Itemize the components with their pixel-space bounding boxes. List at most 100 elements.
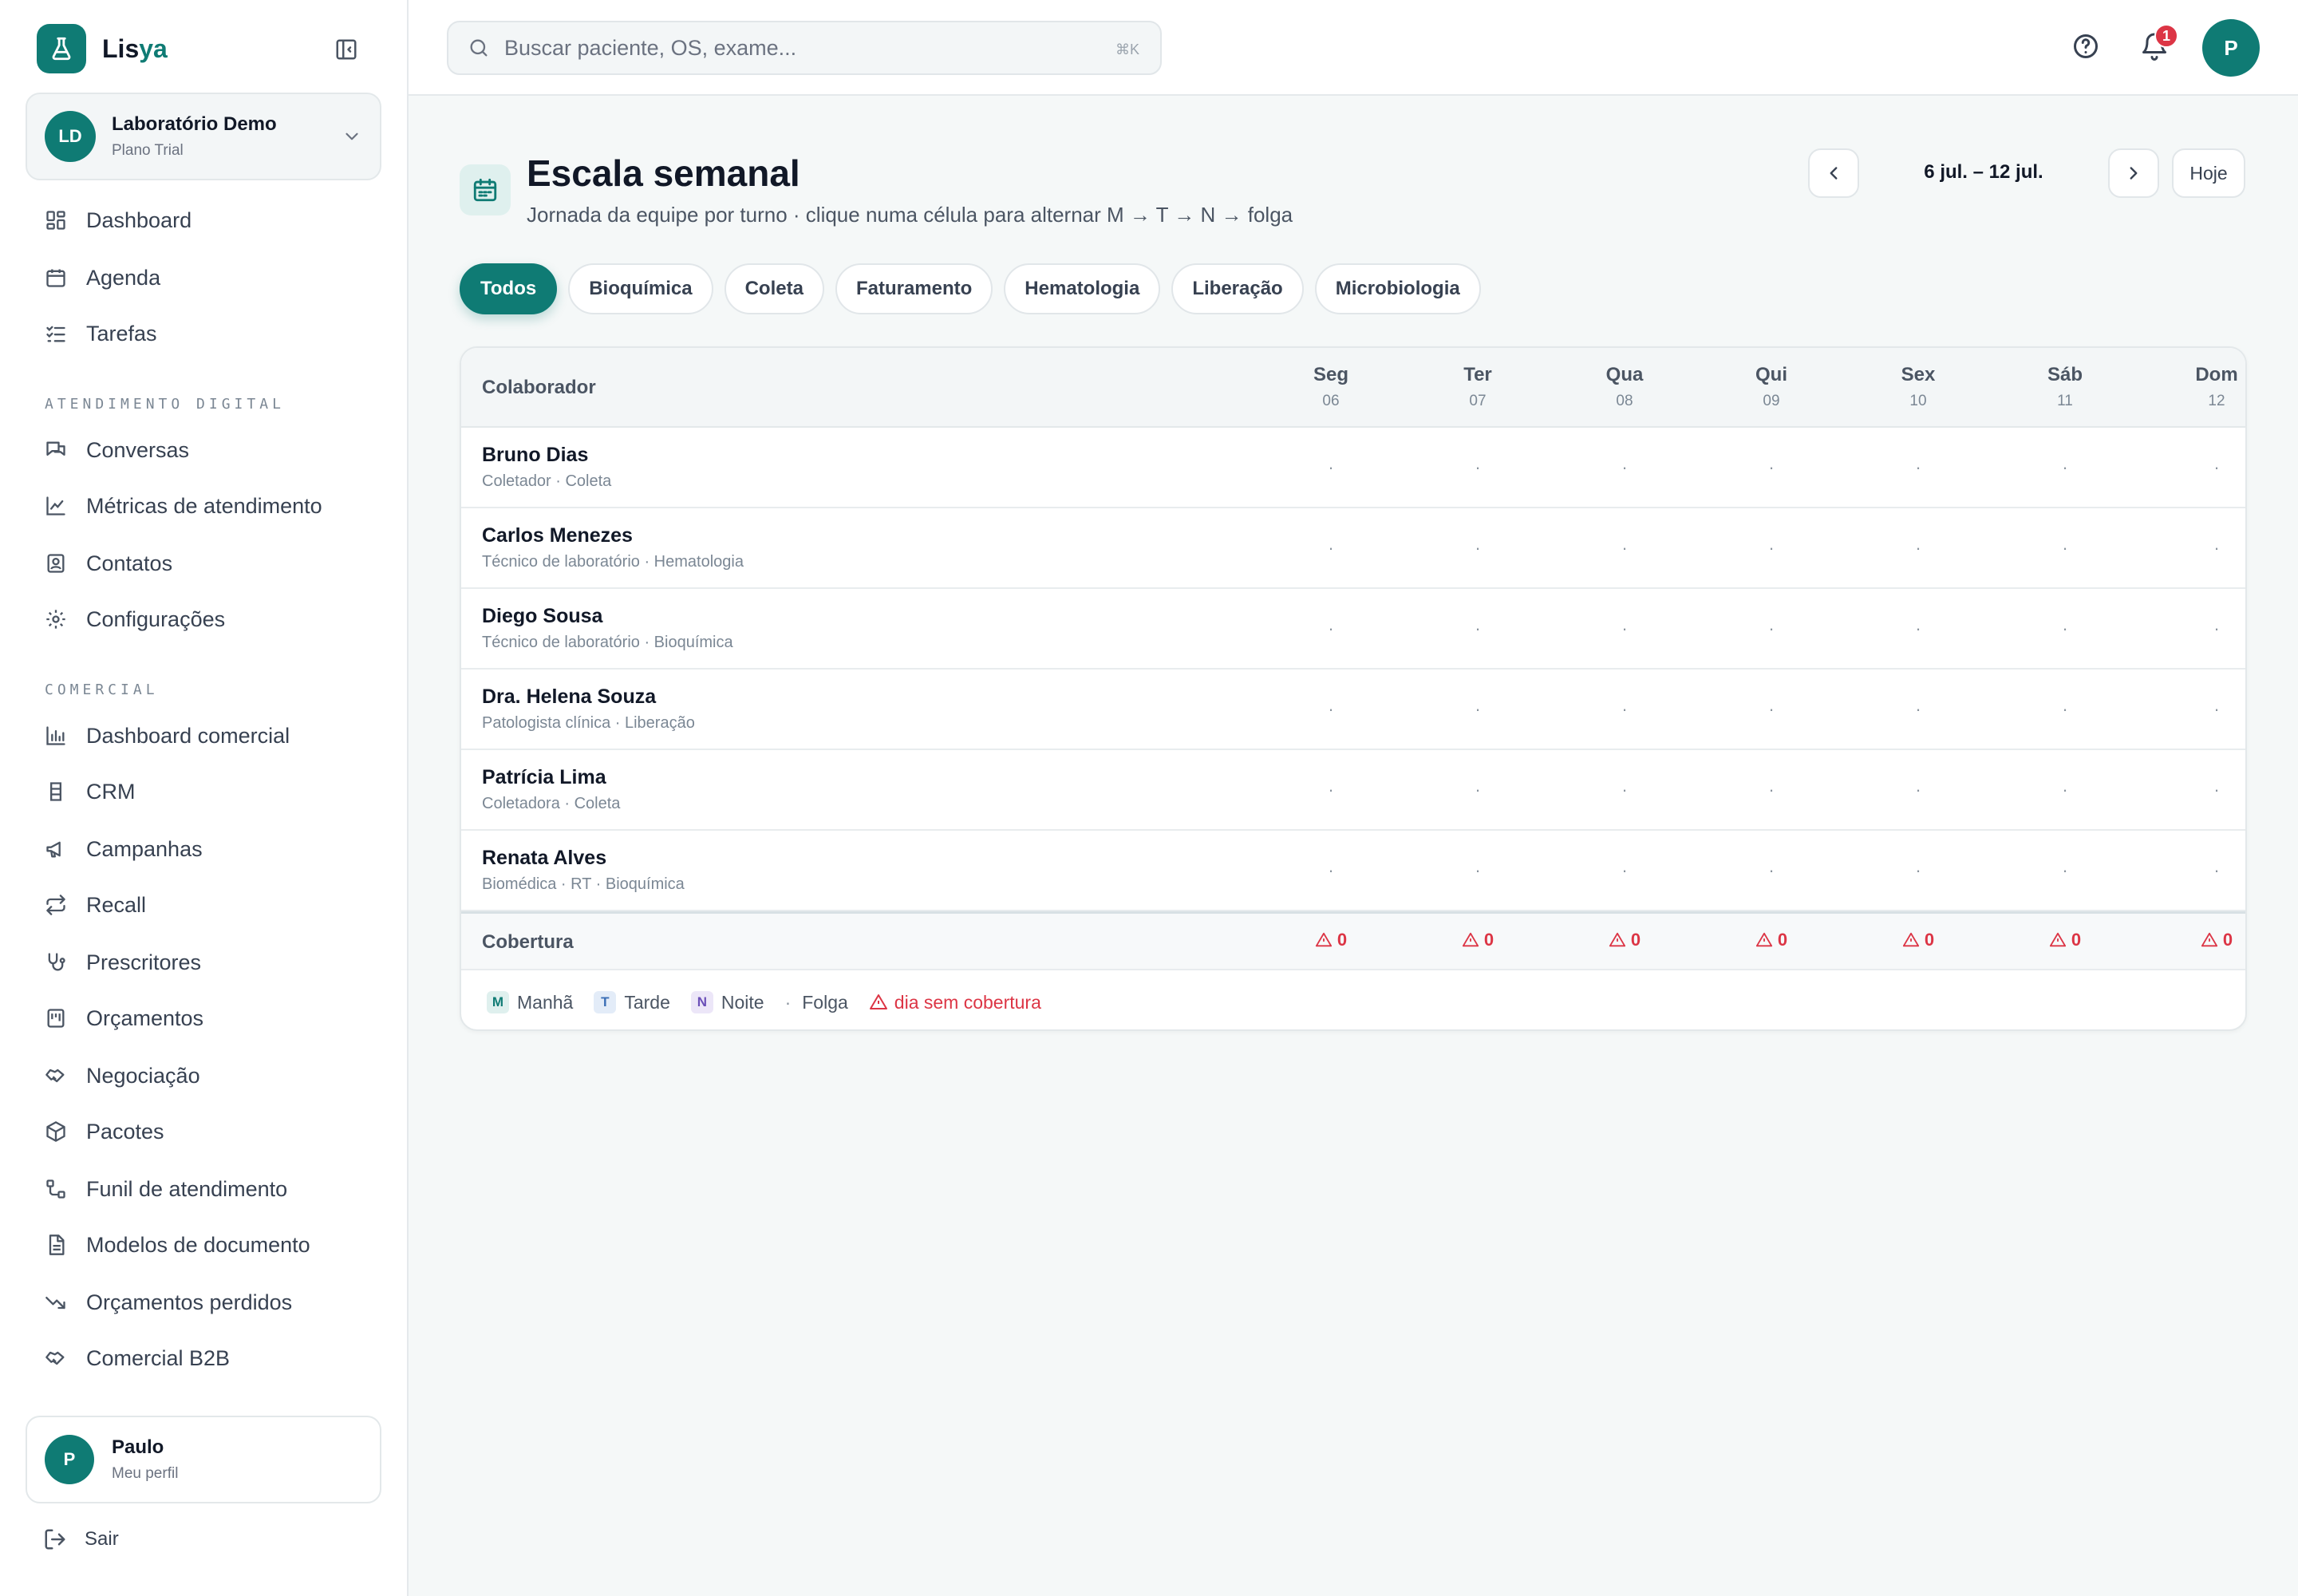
chart-line-icon xyxy=(43,493,69,519)
filter-chip-bioquimica[interactable]: Bioquímica xyxy=(568,263,713,314)
legend-folga: · Folga xyxy=(784,991,848,1013)
table-row: Dra. Helena Souza Patologista clínica · L… xyxy=(461,670,2245,750)
shift-cell[interactable]: · xyxy=(1283,855,1379,887)
sidebar-item-agenda[interactable]: Agenda xyxy=(43,262,160,294)
shift-cell[interactable]: · xyxy=(1724,855,1819,887)
shift-cell[interactable]: · xyxy=(1283,774,1379,806)
handshake-icon xyxy=(43,1345,69,1371)
shift-cell[interactable]: · xyxy=(2017,613,2113,645)
shift-cell[interactable]: · xyxy=(2169,855,2245,887)
shift-cell[interactable]: · xyxy=(2169,613,2245,645)
coverage-cell: 0 xyxy=(2017,930,2113,950)
shift-cell[interactable]: · xyxy=(1870,532,1966,564)
sidebar-item-modelos-documento[interactable]: Modelos de documento xyxy=(43,1229,310,1261)
shift-cell[interactable]: · xyxy=(2017,452,2113,484)
shift-cell[interactable]: · xyxy=(1430,693,1526,725)
sidebar-item-contatos[interactable]: Contatos xyxy=(43,547,172,579)
shift-cell[interactable]: · xyxy=(1724,693,1819,725)
today-button[interactable]: Hoje xyxy=(2172,148,2245,198)
org-switcher[interactable]: LD Laboratório Demo Plano Trial xyxy=(26,93,381,180)
shift-cell[interactable]: · xyxy=(2169,532,2245,564)
sidebar-item-pacotes[interactable]: Pacotes xyxy=(43,1116,164,1148)
shift-cell[interactable]: · xyxy=(1870,774,1966,806)
sidebar-item-orcamentos-perdidos[interactable]: Orçamentos perdidos xyxy=(43,1286,292,1318)
day-header: Qua 08 xyxy=(1605,364,1644,409)
shift-cell[interactable]: · xyxy=(2017,693,2113,725)
sidebar-item-campanhas[interactable]: Campanhas xyxy=(43,833,203,865)
shift-cell[interactable]: · xyxy=(2017,855,2113,887)
legend-manha: M Manhã xyxy=(487,991,573,1013)
shift-cell[interactable]: · xyxy=(1870,613,1966,645)
shift-cell[interactable]: · xyxy=(1577,532,1672,564)
shift-cell[interactable]: · xyxy=(1283,693,1379,725)
employee-role: Patologista clínica · Liberação xyxy=(482,714,695,732)
sidebar-item-comercial-b2b[interactable]: Comercial B2B xyxy=(43,1342,230,1374)
sidebar-item-configuracoes[interactable]: Configurações xyxy=(43,603,225,635)
sidebar-item-funil-atendimento[interactable]: Funil de atendimento xyxy=(43,1173,287,1205)
shift-cell[interactable]: · xyxy=(1430,855,1526,887)
search-input[interactable]: Buscar paciente, OS, exame... ⌘K xyxy=(447,21,1162,75)
contacts-icon xyxy=(43,551,69,576)
shift-cell[interactable]: · xyxy=(1283,532,1379,564)
sidebar-collapse-button[interactable] xyxy=(330,35,362,64)
shift-cell[interactable]: · xyxy=(1577,693,1672,725)
previous-week-button[interactable] xyxy=(1808,148,1859,198)
shift-cell[interactable]: · xyxy=(1577,613,1672,645)
sidebar-item-recall[interactable]: Recall xyxy=(43,889,146,921)
handshake-icon xyxy=(43,1063,69,1088)
shift-cell[interactable]: · xyxy=(2017,774,2113,806)
shift-cell[interactable]: · xyxy=(1430,532,1526,564)
shift-cell[interactable]: · xyxy=(1430,774,1526,806)
filter-chip-microbiologia[interactable]: Microbiologia xyxy=(1314,263,1481,314)
shift-cell[interactable]: · xyxy=(1577,774,1672,806)
coverage-cell: 0 xyxy=(1430,930,1526,950)
sidebar-item-label: Prescritores xyxy=(86,950,202,974)
org-name: Laboratório Demo xyxy=(112,113,277,135)
filter-chip-faturamento[interactable]: Faturamento xyxy=(835,263,993,314)
sidebar-item-tarefas[interactable]: Tarefas xyxy=(43,318,157,350)
filter-chip-coleta[interactable]: Coleta xyxy=(724,263,824,314)
shift-cell[interactable]: · xyxy=(1870,855,1966,887)
shift-cell[interactable]: · xyxy=(2017,532,2113,564)
shift-cell[interactable]: · xyxy=(1870,452,1966,484)
shift-cell[interactable]: · xyxy=(1870,693,1966,725)
shift-cell[interactable]: · xyxy=(1283,613,1379,645)
shift-cell[interactable]: · xyxy=(1724,613,1819,645)
next-week-button[interactable] xyxy=(2108,148,2159,198)
sidebar: Lisya LD Laboratório Demo Plano Trial Da… xyxy=(0,0,409,1596)
shift-cell[interactable]: · xyxy=(2169,693,2245,725)
shift-cell[interactable]: · xyxy=(1430,613,1526,645)
sidebar-item-dashboard-comercial[interactable]: Dashboard comercial xyxy=(43,720,290,752)
logout-button[interactable]: Sair xyxy=(43,1527,119,1551)
legend-noite: N Noite xyxy=(690,991,764,1013)
sidebar-item-prescritores[interactable]: Prescritores xyxy=(43,946,201,978)
filter-chip-hematologia[interactable]: Hematologia xyxy=(1004,263,1161,314)
employee-role: Técnico de laboratório · Hematologia xyxy=(482,553,744,571)
sidebar-item-orcamentos[interactable]: Orçamentos xyxy=(43,1002,203,1034)
shift-cell[interactable]: · xyxy=(1577,452,1672,484)
help-button[interactable] xyxy=(2071,32,2100,61)
sidebar-item-metricas-atendimento[interactable]: Métricas de atendimento xyxy=(43,490,322,522)
filter-chip-liberacao[interactable]: Liberação xyxy=(1171,263,1304,314)
shift-cell[interactable]: · xyxy=(2169,452,2245,484)
sidebar-item-crm[interactable]: CRM xyxy=(43,776,136,808)
user-profile-card[interactable]: P Paulo Meu perfil xyxy=(26,1416,381,1503)
shift-cell[interactable]: · xyxy=(2169,774,2245,806)
coverage-count: 0 xyxy=(1483,930,1494,950)
shift-cell[interactable]: · xyxy=(1724,532,1819,564)
coverage-cell: 0 xyxy=(2169,930,2245,950)
filter-chip-todos[interactable]: Todos xyxy=(460,263,558,314)
shift-cell[interactable]: · xyxy=(1724,774,1819,806)
sidebar-item-dashboard[interactable]: Dashboard xyxy=(43,204,192,236)
brand[interactable]: Lisya xyxy=(37,24,168,73)
sidebar-item-negociacao[interactable]: Negociação xyxy=(43,1060,200,1092)
shift-cell[interactable]: · xyxy=(1283,452,1379,484)
shift-cell[interactable]: · xyxy=(1430,452,1526,484)
avatar[interactable]: P xyxy=(2202,19,2260,77)
coverage-count: 0 xyxy=(1630,930,1641,950)
shift-cell[interactable]: · xyxy=(1577,855,1672,887)
repeat-icon xyxy=(43,892,69,918)
shift-cell[interactable]: · xyxy=(1724,452,1819,484)
page-subtitle: Jornada da equipe por turno · clique num… xyxy=(527,203,1293,227)
sidebar-item-conversas[interactable]: Conversas xyxy=(43,434,189,466)
